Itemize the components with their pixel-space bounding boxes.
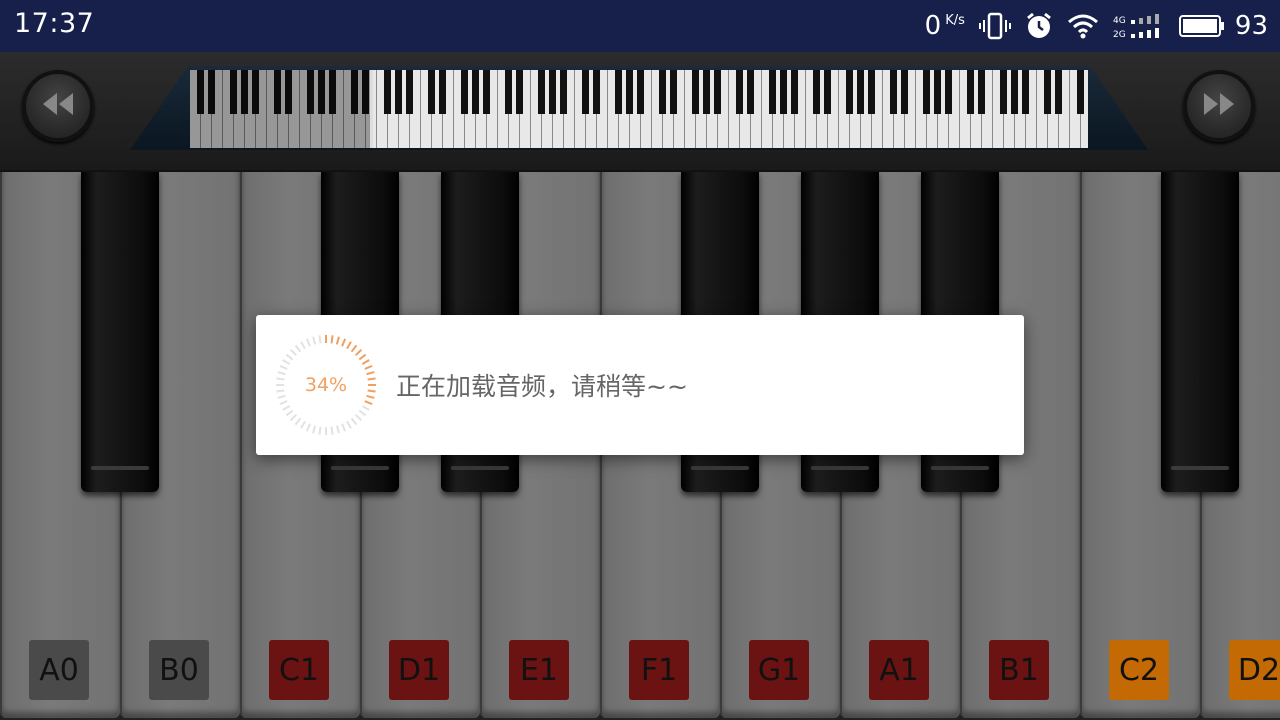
battery-icon [1178,14,1225,38]
mini-black-key [1044,70,1051,114]
mini-black-key [1011,70,1018,114]
network-speed-value: 0 [924,11,942,41]
mini-black-key [945,70,952,114]
scroll-right-button[interactable] [1183,70,1255,142]
mini-black-key [637,70,644,114]
mini-black-key [428,70,435,114]
mini-black-key [1055,70,1062,114]
mini-black-key [890,70,897,114]
battery-level: 93 [1234,11,1268,41]
mini-black-key [560,70,567,114]
mini-black-key [582,70,589,114]
loading-message: 正在加载音频，请稍等~~ [396,372,688,401]
note-label: F1 [629,640,689,700]
black-key[interactable] [81,172,159,492]
mini-black-key [516,70,523,114]
mini-black-key [1022,70,1029,114]
mini-black-key [692,70,699,114]
mini-black-key [791,70,798,114]
alarm-icon [1025,12,1053,40]
network-speed-unit: K/s [945,13,965,28]
note-label: A0 [29,640,89,700]
note-label: G1 [749,640,809,700]
mini-black-key [670,70,677,114]
mini-black-key [406,70,413,114]
keyboard-navigator [0,52,1280,173]
note-label: C2 [1109,640,1169,700]
mini-black-key [1077,70,1084,114]
svg-text:4G: 4G [1113,16,1126,26]
mini-black-key [978,70,985,114]
mini-black-key [626,70,633,114]
progress-percent: 34% [304,374,348,396]
loading-dialog: 34% 正在加载音频，请稍等~~ [256,315,1024,455]
note-label: A1 [869,640,929,700]
mini-black-key [780,70,787,114]
mini-black-key [703,70,710,114]
mini-black-key [934,70,941,114]
rewind-icon [41,91,75,121]
mini-black-key [615,70,622,114]
mini-black-key [659,70,666,114]
note-label: B1 [989,640,1049,700]
scroll-left-button[interactable] [22,70,94,142]
note-label: C1 [269,640,329,700]
mini-black-key [967,70,974,114]
mini-black-key [483,70,490,114]
note-label: B0 [149,640,209,700]
note-label: D1 [389,640,449,700]
mini-black-key [824,70,831,114]
vibrate-icon [978,12,1011,40]
mini-black-key [549,70,556,114]
mini-black-key [593,70,600,114]
mini-black-key [1000,70,1007,114]
mini-black-key [439,70,446,114]
mini-black-key [736,70,743,114]
network-speed: 0 K/s [925,11,965,41]
note-label: D2 [1229,640,1280,700]
mini-black-key [868,70,875,114]
mini-black-key [813,70,820,114]
mini-black-key [923,70,930,114]
status-icons: 0 K/s 4G 2G 93 [925,8,1268,44]
mini-black-key [714,70,721,114]
wifi-icon [1067,13,1099,39]
mini-black-key [857,70,864,114]
mini-black-key [472,70,479,114]
mini-black-key [538,70,545,114]
mini-black-key [395,70,402,114]
mini-black-key [461,70,468,114]
note-label: E1 [509,640,569,700]
mini-black-key [901,70,908,114]
fast-forward-icon [1202,91,1236,121]
signal-4g-2g-icon: 4G 2G [1113,12,1165,40]
visible-range-indicator[interactable] [190,70,373,148]
mini-black-key [747,70,754,114]
mini-black-key [505,70,512,114]
mini-black-key [846,70,853,114]
mini-black-key [384,70,391,114]
svg-text:2G: 2G [1113,30,1126,40]
mini-black-key [769,70,776,114]
status-time: 17:37 [14,8,95,39]
status-bar: 17:37 0 K/s 4G 2G 93 [0,0,1280,52]
black-key[interactable] [1161,172,1239,492]
